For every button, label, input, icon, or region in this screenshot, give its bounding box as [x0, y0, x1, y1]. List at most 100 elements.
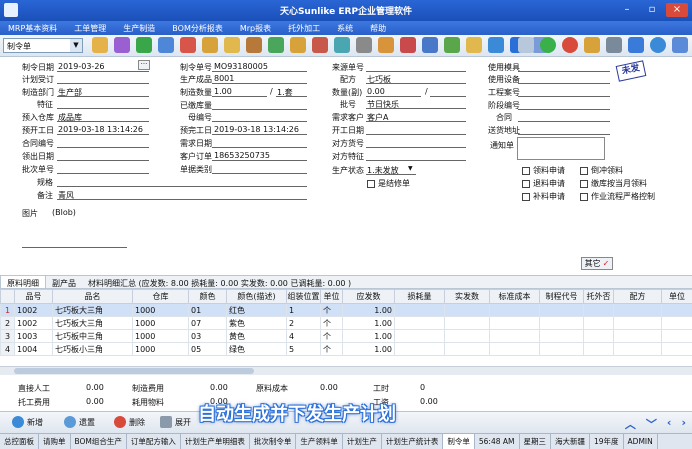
ship-address-field[interactable]	[518, 125, 610, 135]
col-header-actual-qty[interactable]: 实发数	[444, 289, 490, 304]
pencil-icon[interactable]	[92, 37, 108, 53]
menu-system[interactable]: 系统	[337, 23, 353, 34]
doc-type-select[interactable]: 制令单 ▼	[3, 38, 83, 53]
close-button[interactable]: ×	[666, 3, 688, 17]
menu-bom-report[interactable]: BOM分析报表	[172, 23, 223, 34]
col-header-position[interactable]: 组装位置	[286, 289, 321, 304]
check-circle-icon[interactable]	[540, 37, 556, 53]
minimize-button[interactable]: –	[616, 3, 638, 17]
project-no-field[interactable]	[518, 87, 610, 97]
col-header-process[interactable]: 制程代号	[539, 289, 584, 304]
task-purchase-request[interactable]: 请购单	[39, 434, 71, 449]
feature-field[interactable]	[57, 99, 149, 109]
doc-category-field[interactable]	[212, 164, 307, 174]
issue-date-field[interactable]	[57, 151, 149, 161]
card-icon[interactable]	[400, 37, 416, 53]
tools-icon[interactable]	[356, 37, 372, 53]
col-header-loss-qty[interactable]: 损耗量	[394, 289, 445, 304]
window-icon[interactable]	[672, 37, 688, 53]
qty-pair-unit-field[interactable]	[430, 87, 466, 97]
delete-button[interactable]: 删除	[114, 416, 145, 428]
spec-field[interactable]	[57, 177, 307, 187]
reset-button[interactable]: 遗置	[64, 416, 95, 428]
stocked-qty-field[interactable]	[212, 100, 307, 110]
col-header-item-no[interactable]: 品号	[14, 289, 53, 304]
return-request-checkbox[interactable]: 退料申请	[522, 178, 565, 189]
task-control-panel[interactable]: 总控面板	[0, 434, 39, 449]
grid-horizontal-scrollbar[interactable]	[0, 366, 692, 375]
menu-mrp-report[interactable]: Mrp报表	[240, 23, 271, 34]
notice-field[interactable]	[517, 137, 605, 160]
supplement-request-checkbox[interactable]: 补料申请	[522, 191, 565, 202]
col-header-issue-qty[interactable]: 应发数	[342, 289, 395, 304]
col-header-color-desc[interactable]: 颜色(描述)	[226, 289, 287, 304]
chart-icon[interactable]	[488, 37, 504, 53]
monitor-icon[interactable]	[628, 37, 644, 53]
stock-by-month-checkbox[interactable]: 缴库按当月领料	[580, 178, 647, 189]
money-bill-icon[interactable]	[444, 37, 460, 53]
task-order-recipe[interactable]: 订单配方输入	[127, 434, 181, 449]
boxes-icon[interactable]	[378, 37, 394, 53]
scrollbar-thumb[interactable]	[14, 368, 254, 374]
col-header-recipe[interactable]: 配方	[613, 289, 662, 304]
phone-icon[interactable]	[136, 37, 152, 53]
start-date-field[interactable]	[366, 125, 466, 135]
col-header-color[interactable]: 颜色	[188, 289, 227, 304]
col-header-warehouse[interactable]: 仓库	[132, 289, 189, 304]
stage-no-field[interactable]	[518, 100, 610, 110]
bag-icon[interactable]	[290, 37, 306, 53]
tab-material-summary[interactable]: 材料明细汇总 (应发数: 8.00 损耗量: 0.00 实发数: 0.00 已调…	[82, 276, 357, 288]
demand-date-field[interactable]	[212, 138, 307, 148]
task-bom-production[interactable]: BOM组合生产	[71, 434, 127, 449]
briefcase-icon[interactable]	[246, 37, 262, 53]
user-icon[interactable]	[158, 37, 174, 53]
other-button[interactable]: 其它 ✓	[581, 257, 613, 270]
maximize-button[interactable]: ▫	[641, 3, 663, 17]
menu-help[interactable]: 帮助	[370, 23, 386, 34]
task-mo[interactable]: 制令单	[443, 434, 475, 449]
table-row[interactable]: 3 1003 七巧板中三角 1000 03 黄色 4 个 1.00	[0, 329, 692, 343]
partner-feature-field[interactable]	[366, 151, 466, 161]
material-request-checkbox[interactable]: 领料申请	[522, 165, 565, 176]
tab-material-detail[interactable]: 原料明细	[0, 276, 46, 288]
task-batch-mo[interactable]: 批次制令单	[250, 434, 297, 449]
next-icon[interactable]: ›	[681, 416, 686, 432]
stop-icon[interactable]	[562, 37, 578, 53]
menu-mrp-basic[interactable]: MRP基本资料	[8, 23, 57, 34]
chevron-down-icon[interactable]: ﹀	[646, 416, 657, 432]
lock-icon[interactable]	[202, 37, 218, 53]
spellcheck-icon[interactable]	[114, 37, 130, 53]
money-icon[interactable]	[268, 37, 284, 53]
cart-icon[interactable]	[312, 37, 328, 53]
house-icon[interactable]	[180, 37, 196, 53]
task-plan-detail[interactable]: 计划生产单明细表	[181, 434, 250, 449]
grid-icon[interactable]	[334, 37, 350, 53]
col-header-std-cost[interactable]: 标准成本	[489, 289, 540, 304]
menu-outsourcing[interactable]: 托外加工	[288, 23, 320, 34]
refresh-icon[interactable]	[650, 37, 666, 53]
folder-icon[interactable]	[224, 37, 240, 53]
date-picker-button[interactable]: ···	[138, 60, 150, 70]
prev-icon[interactable]: ‹	[667, 416, 672, 432]
source-no-field[interactable]	[366, 62, 466, 72]
add-button[interactable]: 新增	[12, 416, 43, 428]
plan-order-field[interactable]	[57, 74, 149, 84]
tab-byproduct[interactable]: 副产品	[46, 276, 82, 288]
table-row[interactable]: 4 1004 七巧板小三角 1000 05 绿色 5 个 1.00	[0, 342, 692, 356]
image-field[interactable]: (Blob)	[52, 208, 76, 217]
save-icon[interactable]	[606, 37, 622, 53]
contract-field[interactable]	[57, 138, 149, 148]
table-row[interactable]: 2 1002 七巧板大三角 1000 07 紫色 2 个 1.00	[0, 316, 692, 330]
parent-no-field[interactable]	[212, 112, 307, 122]
equipment-field[interactable]	[518, 74, 610, 84]
doc-icon[interactable]	[422, 37, 438, 53]
menu-production[interactable]: 生产制造	[123, 23, 155, 34]
mold-field[interactable]	[518, 62, 610, 72]
money-tag-icon[interactable]	[584, 37, 600, 53]
expand-button[interactable]: 展开	[160, 416, 191, 428]
strict-process-checkbox[interactable]: 作业流程严格控制	[580, 191, 655, 202]
partner-item-field[interactable]	[366, 138, 466, 148]
col-header-outsource[interactable]: 托外否	[583, 289, 614, 304]
menu-work-order[interactable]: 工单管理	[74, 23, 106, 34]
contract-right-field[interactable]	[518, 112, 610, 122]
